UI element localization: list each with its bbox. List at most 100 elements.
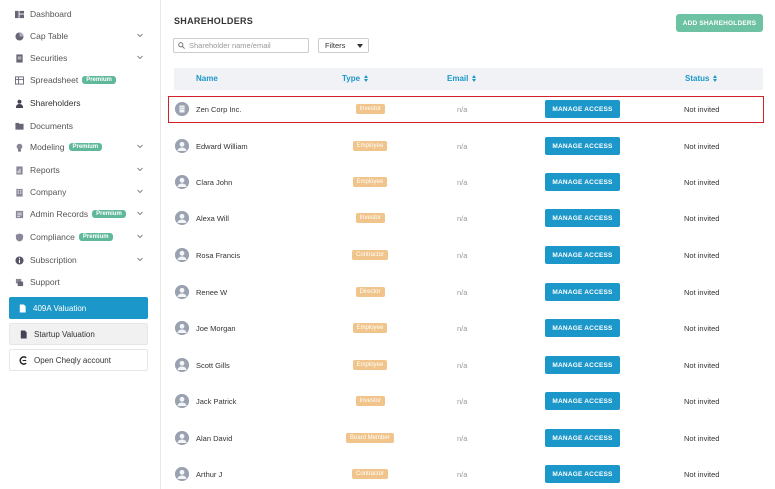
manage-access-button[interactable]: MANAGE ACCESS xyxy=(545,356,620,374)
status-value: Not invited xyxy=(684,324,720,333)
shareholder-name: Renee W xyxy=(196,288,228,297)
avatar-icon xyxy=(175,431,189,445)
startup-valuation-label: Startup Valuation xyxy=(34,329,95,339)
sidebar-item-label: Securities xyxy=(30,53,68,63)
sidebar-item-modeling[interactable]: Modeling Premium xyxy=(14,137,152,157)
column-email-label: Email xyxy=(447,74,469,83)
status-value: Not invited xyxy=(684,178,720,187)
manage-access-button[interactable]: MANAGE ACCESS xyxy=(545,246,620,264)
sidebar-item-label: Spreadsheet xyxy=(30,75,79,85)
type-badge: Contractor xyxy=(352,469,389,479)
caret-down-icon xyxy=(357,44,363,48)
table-row[interactable]: Joe Morgan Employee n/a MANAGE ACCESS Not in… xyxy=(174,315,763,343)
sidebar-item-shareholders[interactable]: Shareholders xyxy=(14,93,152,113)
type-badge: Investor xyxy=(355,213,385,223)
sidebar-item-support[interactable]: Support xyxy=(14,272,152,292)
document-icon xyxy=(14,53,24,63)
table-row[interactable]: Jack Patrick Investor n/a MANAGE ACCESS Not … xyxy=(174,388,763,416)
sidebar-item-compliance[interactable]: Compliance Premium xyxy=(14,227,152,247)
status-value: Not invited xyxy=(684,434,720,443)
column-header-email[interactable]: Email xyxy=(447,74,477,83)
avatar-icon xyxy=(175,211,189,225)
sidebar-item-securities[interactable]: Securities xyxy=(14,48,152,68)
selected-row-highlight xyxy=(168,96,764,123)
sidebar-item-documents[interactable]: Documents xyxy=(14,116,152,136)
avatar-icon xyxy=(175,248,189,262)
type-badge: Employee xyxy=(352,177,388,187)
column-header-name[interactable]: Name xyxy=(196,74,218,83)
sidebar-item-subscription[interactable]: Subscription xyxy=(14,250,152,270)
column-header-status[interactable]: Status xyxy=(685,74,718,83)
table-header: Name Type Email Status xyxy=(174,68,763,90)
manage-access-button[interactable]: MANAGE ACCESS xyxy=(545,209,620,227)
email-value: n/a xyxy=(457,434,468,443)
shareholder-name: Clara John xyxy=(196,178,233,187)
shareholder-name: Rosa Francis xyxy=(196,251,241,260)
sort-icon xyxy=(472,75,477,82)
filters-dropdown[interactable]: Filters xyxy=(318,38,369,53)
avatar-icon xyxy=(175,358,189,372)
type-badge: Director xyxy=(355,287,385,297)
sidebar-item-reports[interactable]: Reports xyxy=(14,160,152,180)
sidebar-item-spreadsheet[interactable]: Spreadsheet Premium xyxy=(14,70,152,90)
shareholder-name: Alexa Will xyxy=(196,214,229,223)
table-row[interactable]: Alexa Will Investor n/a MANAGE ACCESS Not in… xyxy=(174,205,763,233)
page-title: SHAREHOLDERS xyxy=(174,16,254,26)
search-input[interactable] xyxy=(189,41,304,50)
sidebar-item-label: Compliance xyxy=(30,232,75,242)
manage-access-button[interactable]: MANAGE ACCESS xyxy=(545,137,620,155)
add-shareholders-button[interactable]: ADD SHAREHOLDERS xyxy=(676,14,763,32)
main-content: SHAREHOLDERS ADD SHAREHOLDERS Filters Na… xyxy=(161,0,775,489)
support-icon xyxy=(14,277,24,287)
email-value: n/a xyxy=(457,361,468,370)
table-row[interactable]: Arthur J Contractor n/a MANAGE ACCESS Not in… xyxy=(174,461,763,489)
email-value: n/a xyxy=(457,142,468,151)
document-icon xyxy=(18,329,28,339)
info-icon xyxy=(14,255,24,265)
type-badge: Investor xyxy=(355,396,385,406)
409a-valuation-button[interactable]: 409A Valuation xyxy=(9,297,148,319)
sidebar-item-admin-records[interactable]: Admin Records Premium xyxy=(14,204,152,224)
type-badge: Employee xyxy=(352,141,388,151)
manage-access-button[interactable]: MANAGE ACCESS xyxy=(545,465,620,483)
column-type-label: Type xyxy=(342,74,361,83)
status-value: Not invited xyxy=(684,397,720,406)
startup-valuation-button[interactable]: Startup Valuation xyxy=(9,323,148,345)
table-row[interactable]: Scott Gills Employee n/a MANAGE ACCESS Not i… xyxy=(174,352,763,380)
search-box xyxy=(173,38,309,53)
folder-icon xyxy=(14,121,24,131)
table-row[interactable]: Renee W Director n/a MANAGE ACCESS Not invit… xyxy=(174,279,763,307)
shareholder-name: Scott Gills xyxy=(196,361,230,370)
sidebar-item-dashboard[interactable]: Dashboard xyxy=(14,4,152,24)
spreadsheet-icon xyxy=(14,75,24,85)
sidebar-item-label: Cap Table xyxy=(30,31,69,41)
manage-access-button[interactable]: MANAGE ACCESS xyxy=(545,429,620,447)
sidebar-item-label: Subscription xyxy=(30,255,77,265)
sidebar-item-company[interactable]: Company xyxy=(14,182,152,202)
column-header-type[interactable]: Type xyxy=(342,74,369,83)
shareholder-name: Joe Morgan xyxy=(196,324,236,333)
email-value: n/a xyxy=(457,397,468,406)
table-row[interactable]: Alan David Board Member n/a MANAGE ACCESS No… xyxy=(174,425,763,453)
chevron-down-icon xyxy=(136,165,144,173)
chevron-down-icon xyxy=(136,142,144,150)
sidebar-item-label: Modeling xyxy=(30,142,65,152)
sidebar-item-cap-table[interactable]: Cap Table xyxy=(14,26,152,46)
type-badge: Employee xyxy=(352,323,388,333)
chevron-down-icon xyxy=(136,232,144,240)
table-row[interactable]: Rosa Francis Contractor n/a MANAGE ACCESS No… xyxy=(174,242,763,270)
table-row[interactable]: Clara John Employee n/a MANAGE ACCESS Not in… xyxy=(174,169,763,197)
manage-access-button[interactable]: MANAGE ACCESS xyxy=(545,283,620,301)
manage-access-button[interactable]: MANAGE ACCESS xyxy=(545,173,620,191)
chevron-down-icon xyxy=(136,53,144,61)
sort-icon xyxy=(713,75,718,82)
table-row[interactable]: Edward William Employee n/a MANAGE ACCESS No… xyxy=(174,133,763,161)
manage-access-button[interactable]: MANAGE ACCESS xyxy=(545,319,620,337)
premium-badge: Premium xyxy=(78,233,113,241)
shareholder-name: Edward William xyxy=(196,142,248,151)
manage-access-button[interactable]: MANAGE ACCESS xyxy=(545,392,620,410)
open-cheqly-account-button[interactable]: Open Cheqly account xyxy=(9,349,148,371)
premium-badge: Premium xyxy=(68,143,103,151)
email-value: n/a xyxy=(457,288,468,297)
building-icon xyxy=(14,187,24,197)
